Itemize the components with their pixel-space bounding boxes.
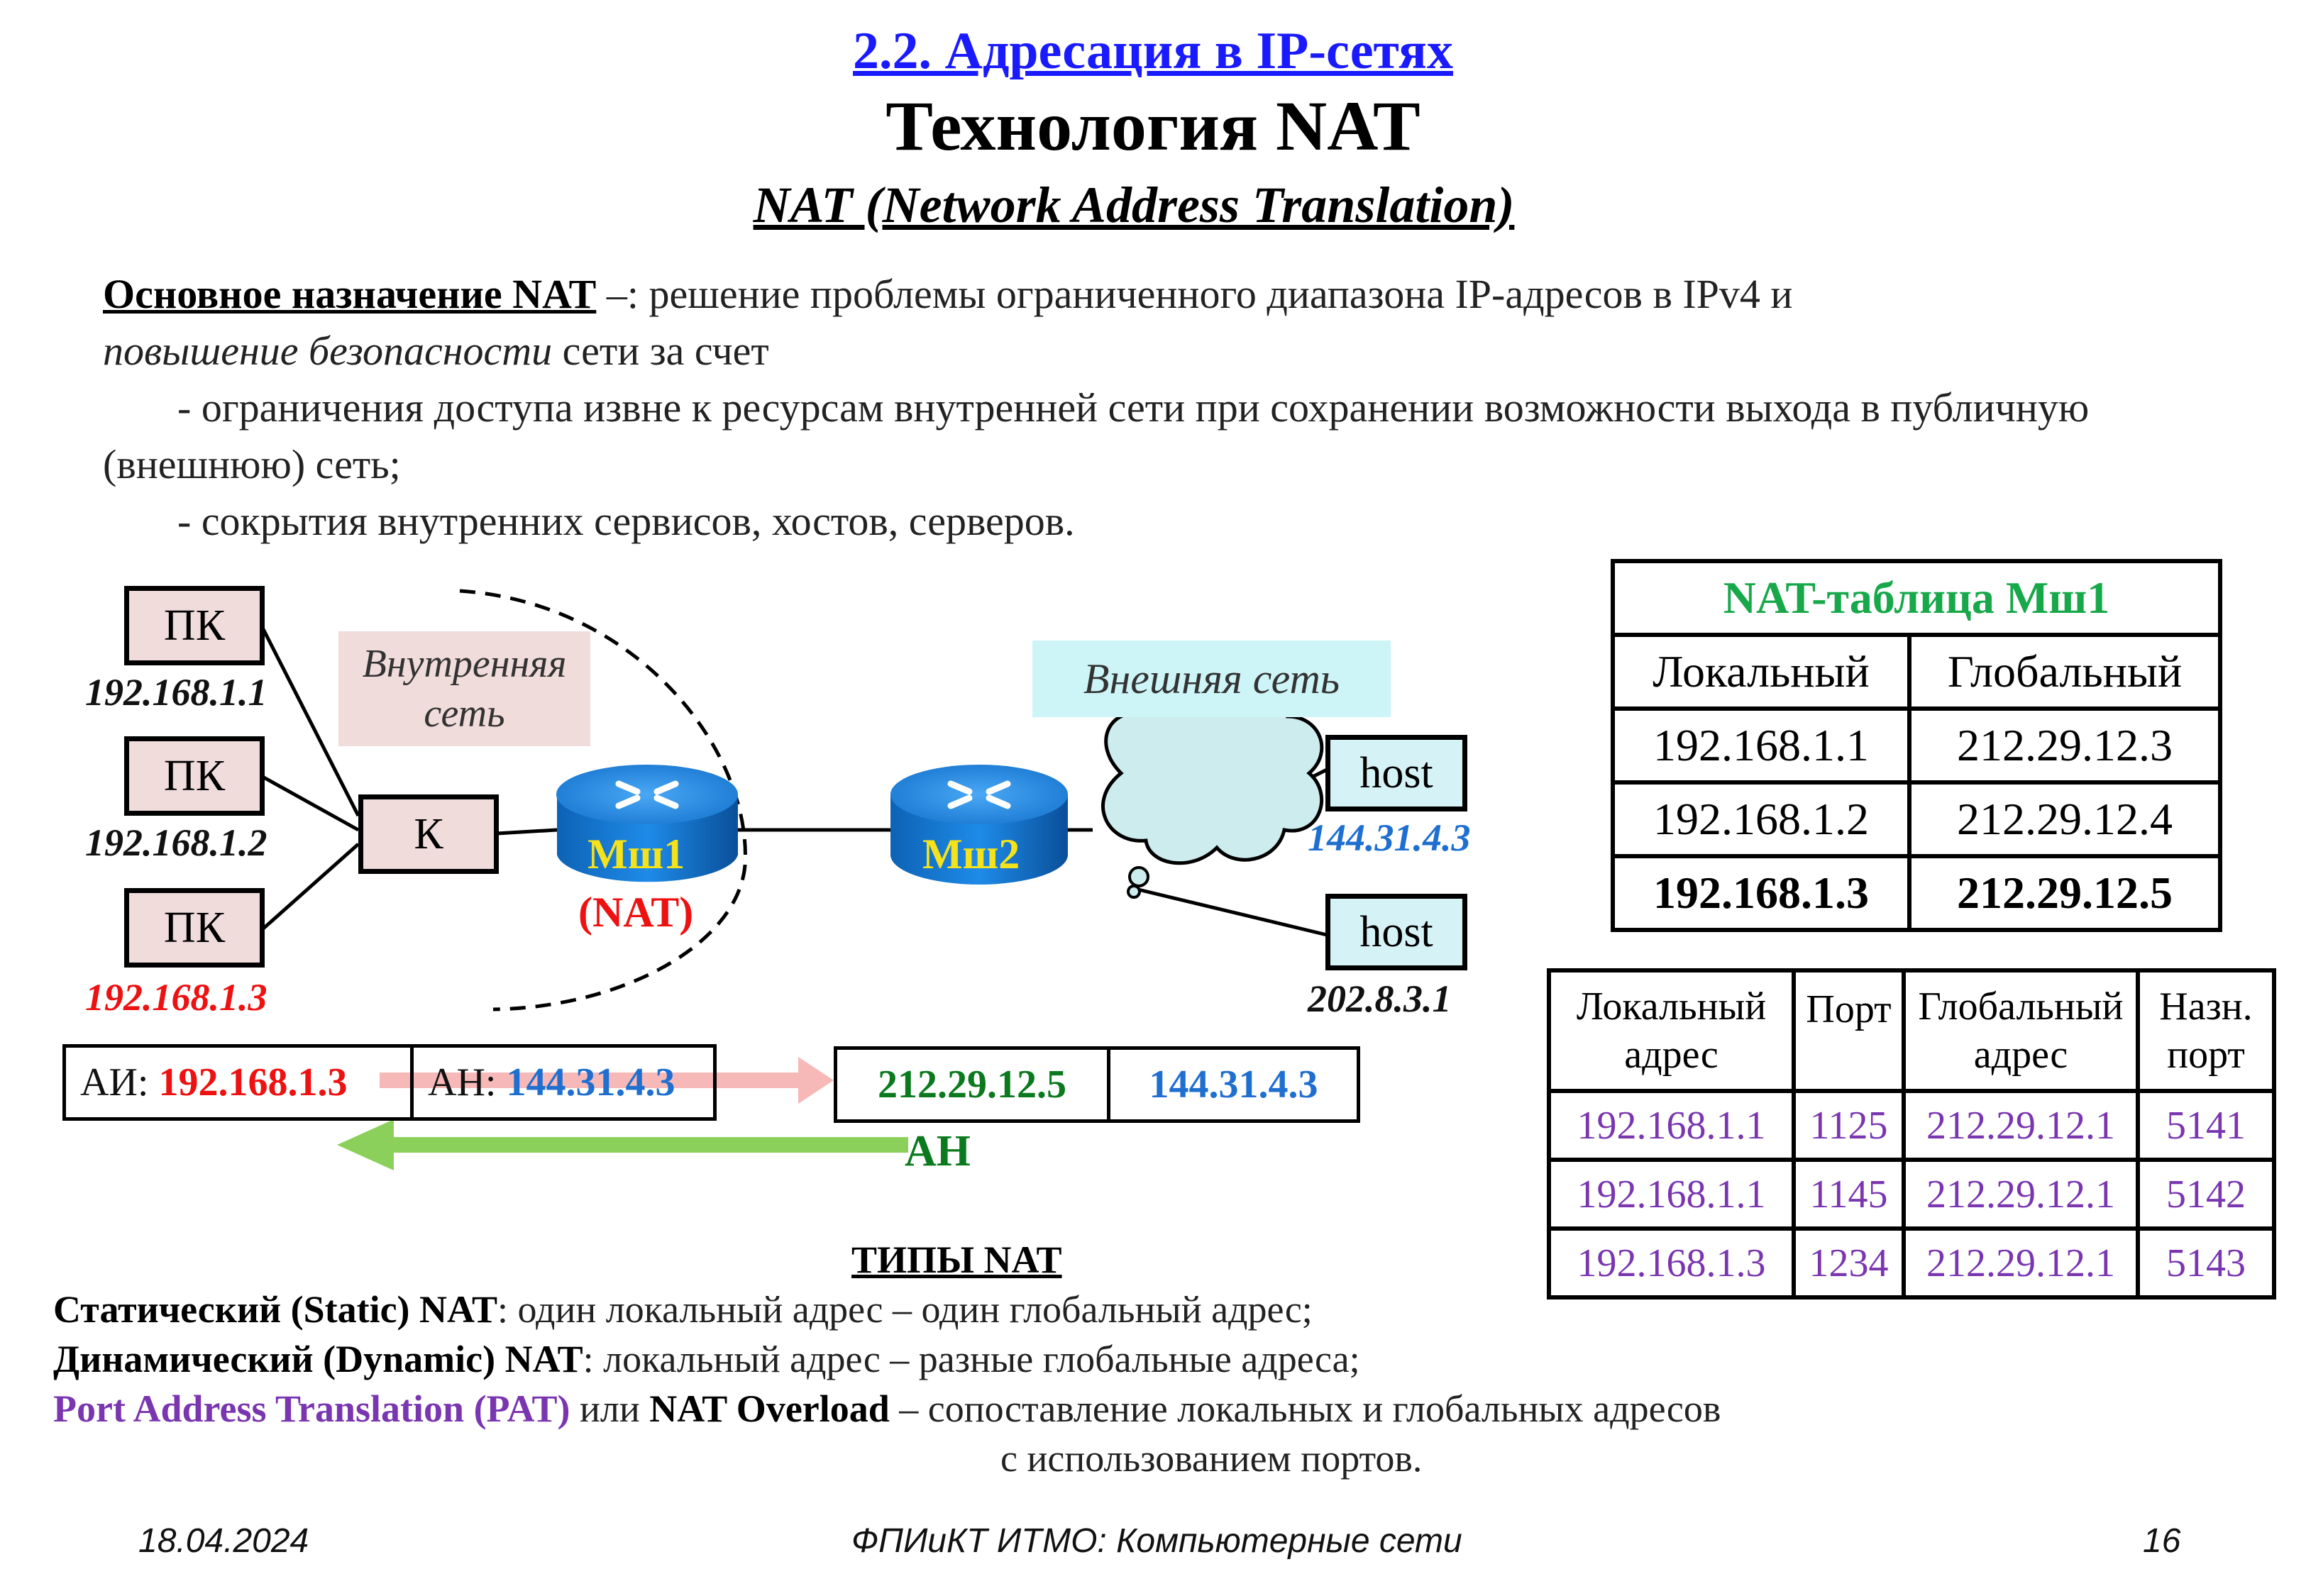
footer-page-number: 16 bbox=[2143, 1522, 2181, 1560]
type-static: Статический (Static) NAT: один локальный… bbox=[53, 1288, 1313, 1331]
router1-label: Мш1 bbox=[587, 831, 685, 877]
type-static-name: Статический (Static) NAT bbox=[53, 1288, 498, 1331]
type-pat-desc-continued: с использованием портов. bbox=[1000, 1437, 1423, 1480]
link-pc3-switch bbox=[261, 843, 360, 931]
pat-header-global: Глобальный адрес bbox=[1902, 968, 2140, 1093]
nat-header-local: Локальный bbox=[1611, 633, 1911, 711]
internal-network-label: Внутренняя сеть bbox=[338, 631, 590, 746]
table-row: 192.168.1.3 212.29.12.5 bbox=[1611, 854, 2222, 932]
packet-after-dst-ip: 144.31.4.3 bbox=[1107, 1046, 1360, 1123]
packet-before-nat: АИ: 192.168.1.3 АН: 144.31.4.3 bbox=[62, 1044, 717, 1121]
packet-before-dst: АН: 144.31.4.3 bbox=[410, 1044, 717, 1121]
footer-course: ФПИиКТ ИТМО: Компьютерные сети bbox=[851, 1522, 1462, 1560]
nat-header-global: Глобальный bbox=[1907, 633, 2222, 711]
pat-header-local: Локальный адрес bbox=[1547, 968, 1796, 1093]
nat-table: NAT-таблица Мш1 Локальный Глобальный 192… bbox=[1611, 559, 2222, 932]
packet-after-src-ip: 212.29.12.5 bbox=[834, 1046, 1110, 1123]
packet-before-src: АИ: 192.168.1.3 bbox=[62, 1044, 414, 1121]
table-row: 192.168.1.2 212.29.12.4 bbox=[1611, 780, 2222, 858]
nat-types-heading: ТИПЫ NAT bbox=[851, 1238, 1062, 1281]
switch-box[interactable]: К bbox=[358, 794, 499, 874]
type-pat: Port Address Translation (PAT) или NAT O… bbox=[53, 1387, 1721, 1430]
pc3-ip: 192.168.1.3 bbox=[85, 976, 267, 1019]
router1-nat-note: (NAT) bbox=[578, 889, 694, 936]
footer-date: 18.04.2024 bbox=[138, 1522, 309, 1560]
pc2-ip: 192.168.1.2 bbox=[85, 821, 267, 864]
link-switch-router1 bbox=[496, 828, 558, 836]
pc3-box[interactable]: ПК bbox=[124, 888, 265, 968]
host2-box[interactable]: host bbox=[1325, 894, 1467, 970]
host1-box[interactable]: host bbox=[1325, 735, 1467, 811]
table-row: 192.168.1.1 1145 212.29.12.1 5142 bbox=[1547, 1158, 2276, 1231]
pc1-box[interactable]: ПК bbox=[124, 586, 265, 665]
nat-table-title: NAT-таблица Мш1 bbox=[1611, 559, 2222, 637]
type-dynamic-name: Динамический (Dynamic) NAT bbox=[53, 1338, 583, 1380]
return-arrow bbox=[337, 1119, 908, 1170]
packet-before-dst-ip: 144.31.4.3 bbox=[506, 1060, 675, 1104]
table-row: 192.168.1.3 1234 212.29.12.1 5143 bbox=[1547, 1226, 2276, 1299]
pc1-ip: 192.168.1.1 bbox=[85, 671, 267, 714]
table-row: 192.168.1.1 1125 212.29.12.1 5141 bbox=[1547, 1089, 2276, 1162]
table-row: 192.168.1.1 212.29.12.3 bbox=[1611, 706, 2222, 785]
pat-header-port: Порт bbox=[1792, 968, 1906, 1093]
pc2-box[interactable]: ПК bbox=[124, 736, 265, 816]
pat-header-dest-port: Назн. порт bbox=[2136, 968, 2276, 1093]
packet-before-src-ip: 192.168.1.3 bbox=[158, 1060, 348, 1104]
pat-table: Локальный адрес Порт Глобальный адрес На… bbox=[1547, 968, 2276, 1299]
type-pat-overload: NAT Overload bbox=[649, 1387, 890, 1430]
host1-ip: 144.31.4.3 bbox=[1308, 816, 1471, 859]
packet-after-nat: 212.29.12.5 144.31.4.3 bbox=[834, 1046, 1360, 1123]
external-network-label: Внешняя сеть bbox=[1032, 641, 1391, 717]
type-pat-name: Port Address Translation (PAT) bbox=[53, 1387, 570, 1430]
host2-ip: 202.8.3.1 bbox=[1308, 977, 1452, 1020]
return-label: АН bbox=[905, 1127, 971, 1175]
type-dynamic: Динамический (Dynamic) NAT: локальный ад… bbox=[53, 1338, 1360, 1380]
router2-label: Мш2 bbox=[922, 831, 1020, 877]
link-cloud-host2 bbox=[1135, 887, 1328, 937]
